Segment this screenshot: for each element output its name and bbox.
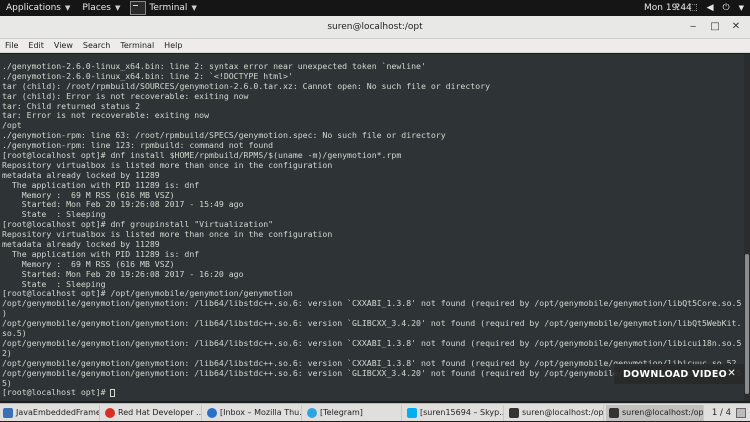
taskbar-item-red-hat-developer[interactable]: Red Hat Developer ... (102, 404, 202, 421)
taskbar-item-label: JavaEmbeddedFrame (16, 408, 100, 417)
taskbar-item-terminal-1[interactable]: suren@localhost:/opt (506, 404, 604, 421)
network-icon: ⬚ (689, 3, 698, 13)
terminal-icon (130, 1, 147, 15)
volume-icon: ◀ (706, 3, 714, 13)
chevron-down-icon: ▼ (64, 4, 71, 12)
terminal-line: tar: Error is not recoverable: exiting n… (2, 110, 210, 121)
minimize-button[interactable]: ‒ (686, 20, 700, 34)
top-panel: Applications ▼ Places ▼ Terminal ▼ Mon 1… (0, 0, 750, 16)
menubar: File Edit View Search Terminal Help (0, 39, 750, 53)
taskbar-item-label: [Inbox – Mozilla Thu... (220, 408, 302, 417)
menu-help[interactable]: Help (164, 41, 182, 50)
scrollbar-thumb[interactable] (745, 254, 749, 394)
thunderbird-icon (207, 407, 217, 418)
terminal-app-label: Terminal (149, 3, 188, 13)
menu-view[interactable]: View (54, 41, 73, 50)
taskbar-item-javaembeddedframe[interactable]: JavaEmbeddedFrame (0, 404, 100, 421)
workspace-icon (736, 408, 746, 418)
chevron-down-icon: ▼ (115, 4, 121, 12)
close-icon[interactable]: ✕ (727, 364, 736, 384)
taskbar-item-label: Red Hat Developer ... (118, 408, 202, 417)
system-status-area[interactable]: ? ⬚ ◀ ⏻ ▼ (675, 0, 744, 16)
menu-edit[interactable]: Edit (28, 41, 44, 50)
menu-file[interactable]: File (5, 41, 18, 50)
taskbar-item-terminal-2[interactable]: suren@localhost:/opt (606, 404, 704, 421)
help-icon: ? (675, 3, 681, 13)
places-label: Places (82, 3, 111, 13)
download-video-label: DOWNLOAD VIDEO (623, 368, 728, 380)
taskbar-item-thunderbird[interactable]: [Inbox – Mozilla Thu... (204, 404, 302, 421)
terminal-app-menu[interactable]: Terminal ▼ (126, 0, 202, 16)
terminal-icon (509, 407, 519, 418)
taskbar-item-label: [Telegram] (320, 408, 363, 417)
menu-terminal[interactable]: Terminal (120, 41, 154, 50)
chevron-down-icon: ▼ (738, 4, 744, 12)
menu-search[interactable]: Search (83, 41, 110, 50)
text-cursor (110, 388, 116, 397)
terminal-line: /opt/genymobile/genymotion/genymotion: /… (2, 298, 742, 309)
workspace-indicator: 1 / 4 (711, 408, 731, 418)
applications-menu[interactable]: Applications ▼ (0, 0, 76, 16)
taskbar-item-label: [suren15694 – Skyp... (420, 408, 504, 417)
taskbar-item-label: suren@localhost:/opt (622, 408, 704, 417)
terminal-prompt: [root@localhost opt]# (2, 387, 111, 398)
power-icon: ⏻ (722, 3, 730, 13)
workspace-pager[interactable]: 1 / 4 (712, 404, 746, 422)
taskbar-item-skype[interactable]: [suren15694 – Skyp... (404, 404, 504, 421)
window-titlebar[interactable]: suren@localhost:/opt ‒ □ ✕ (0, 16, 750, 39)
java-window-icon (3, 407, 13, 418)
applications-label: Applications (6, 3, 61, 13)
terminal-prompt-line: [root@localhost opt]# (0, 387, 744, 398)
skype-icon (407, 407, 417, 418)
terminal-line: Started: Mon Feb 20 19:26:08 2017 - 15:4… (2, 199, 244, 210)
download-video-button[interactable]: DOWNLOAD VIDEO ✕ (614, 364, 744, 384)
terminal-output[interactable]: ./genymotion-2.6.0-linux_x64.bin: line 2… (0, 54, 744, 401)
chrome-icon (105, 407, 115, 418)
terminal-line: /opt/genymobile/genymotion/genymotion: /… (2, 318, 742, 329)
terminal-icon (609, 407, 619, 418)
terminal-line: /opt/genymobile/genymotion/genymotion: /… (2, 337, 742, 348)
chevron-down-icon: ▼ (191, 4, 197, 12)
terminal-line: Started: Mon Feb 20 19:26:08 2017 - 16:2… (2, 268, 244, 279)
taskbar-item-telegram[interactable]: [Telegram] (304, 404, 402, 421)
maximize-button[interactable]: □ (708, 20, 722, 34)
window-title: suren@localhost:/opt (327, 22, 423, 32)
close-button[interactable]: ✕ (729, 20, 743, 34)
taskbar-item-label: suren@localhost:/opt (522, 408, 604, 417)
taskbar: JavaEmbeddedFrame Red Hat Developer ... … (0, 403, 750, 421)
terminal-scrollbar[interactable] (744, 54, 750, 401)
telegram-icon (307, 407, 317, 418)
places-menu[interactable]: Places ▼ (76, 0, 126, 16)
